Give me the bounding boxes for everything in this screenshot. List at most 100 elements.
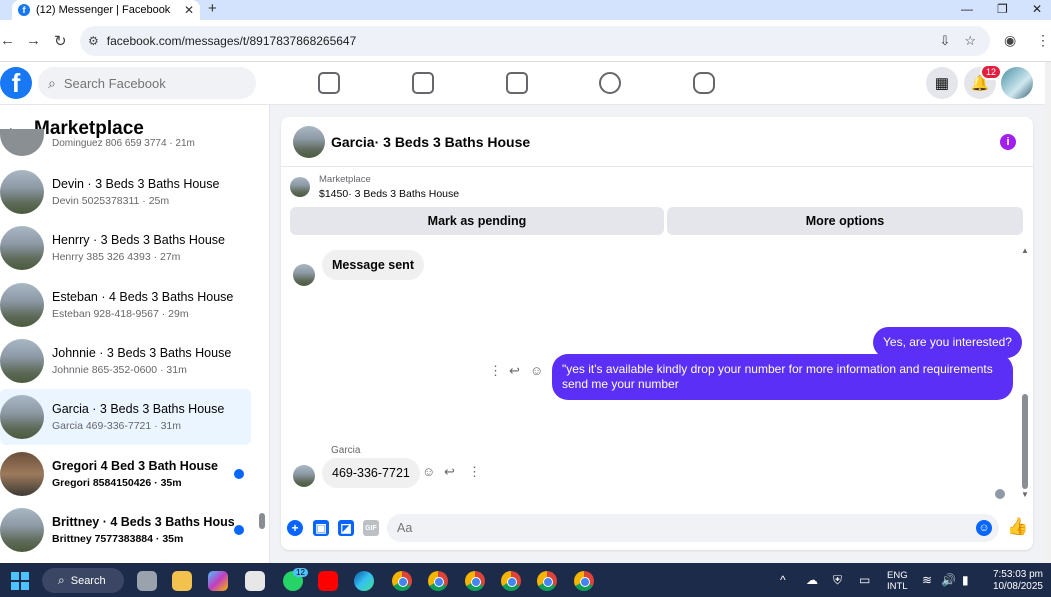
file-explorer-icon[interactable] bbox=[172, 571, 192, 591]
chrome-icon[interactable] bbox=[574, 571, 594, 591]
show-hidden-icons-icon[interactable]: ^ bbox=[780, 573, 786, 587]
copilot-icon[interactable] bbox=[208, 571, 228, 591]
unread-dot-icon bbox=[234, 469, 244, 479]
video-icon[interactable] bbox=[412, 72, 434, 94]
address-bar[interactable]: ⚙ facebook.com/messages/t/89178378682656… bbox=[80, 26, 990, 56]
react-emoji-icon[interactable]: ☺ bbox=[530, 363, 543, 378]
chat-title[interactable]: Garcia· 3 Beds 3 Baths House bbox=[331, 134, 1000, 150]
conversation-item[interactable]: Henrry · 3 Beds 3 Baths House Henrry 385 … bbox=[0, 220, 251, 276]
message-bubble-incoming[interactable]: Message sent bbox=[322, 250, 424, 280]
message-bubble-incoming[interactable]: 469-336-7721 bbox=[322, 458, 420, 488]
more-actions-icon[interactable]: ⋮ bbox=[468, 464, 481, 480]
chrome-icon[interactable] bbox=[392, 571, 412, 591]
store-icon[interactable] bbox=[245, 571, 265, 591]
search-input[interactable] bbox=[63, 75, 224, 91]
listing-thumbnail bbox=[290, 177, 310, 197]
back-arrow-icon[interactable]: ← bbox=[0, 32, 15, 49]
conversation-item[interactable]: Devin · 3 Beds 3 Baths House Devin 502537… bbox=[0, 164, 251, 220]
sidebar-title: Marketplace bbox=[34, 117, 144, 139]
conversation-title: Johnnie · 3 Beds 3 Baths House bbox=[52, 346, 232, 360]
bookmark-star-icon[interactable]: ☆ bbox=[964, 33, 976, 49]
gif-icon[interactable]: GIF bbox=[363, 520, 379, 536]
language-indicator[interactable]: ENG INTL bbox=[887, 570, 908, 592]
info-icon[interactable]: i bbox=[1000, 133, 1016, 150]
onedrive-icon[interactable]: ☁ bbox=[806, 573, 818, 587]
emoji-icon[interactable]: ☺ bbox=[976, 520, 992, 536]
chrome-icon[interactable] bbox=[537, 571, 557, 591]
message-input[interactable] bbox=[387, 514, 999, 542]
chrome-icon[interactable] bbox=[501, 571, 521, 591]
security-icon[interactable]: ⛨ bbox=[833, 573, 842, 588]
groups-icon[interactable] bbox=[599, 72, 621, 94]
new-tab-icon[interactable]: + bbox=[208, 0, 217, 20]
url-text[interactable]: facebook.com/messages/t/8917837868265647 bbox=[107, 34, 940, 48]
conversation-title: Esteban · 4 Beds 3 Baths House bbox=[52, 290, 234, 304]
conversation-preview-cut[interactable]: Dominguez 806 659 3774 · 21m bbox=[52, 138, 195, 148]
taskbar-search[interactable]: ⌕ Search bbox=[42, 568, 124, 593]
profile-icon[interactable]: ◉ bbox=[1004, 32, 1016, 49]
tab-close-icon[interactable]: ✕ bbox=[184, 3, 194, 17]
marketplace-icon[interactable] bbox=[506, 72, 528, 94]
notifications-bell-icon[interactable]: 🔔 12 bbox=[964, 64, 1002, 99]
mark-as-pending-button[interactable]: Mark as pending bbox=[290, 207, 664, 235]
facebook-logo-icon[interactable]: f bbox=[0, 67, 32, 99]
forward-arrow-icon[interactable]: → bbox=[26, 32, 41, 49]
task-view-icon[interactable] bbox=[137, 571, 157, 591]
sticker-icon[interactable]: ◪ bbox=[338, 520, 354, 536]
maximize-icon[interactable]: ❐ bbox=[997, 0, 1008, 20]
more-options-button[interactable]: More options bbox=[667, 207, 1023, 235]
display-icon[interactable]: ▭ bbox=[859, 573, 870, 587]
reply-icon[interactable]: ↩ bbox=[509, 363, 520, 379]
facebook-search[interactable]: ⌕ bbox=[38, 67, 256, 99]
browser-tab-strip: f (12) Messenger | Facebook ✕ + — ❐ ✕ bbox=[0, 0, 1051, 20]
add-attachment-icon[interactable]: + bbox=[287, 520, 303, 536]
reload-icon[interactable]: ↻ bbox=[54, 32, 67, 50]
conversation-title: Brittney · 4 Beds 3 Baths House bbox=[52, 515, 234, 529]
chat-scrollbar[interactable] bbox=[1022, 394, 1028, 489]
chat-panel: Garcia· 3 Beds 3 Baths House i Marketpla… bbox=[281, 117, 1033, 550]
chrome-icon[interactable] bbox=[465, 571, 485, 591]
window-close-icon[interactable]: ✕ bbox=[1032, 0, 1042, 20]
conversation-item[interactable]: Esteban · 4 Beds 3 Baths House Esteban 92… bbox=[0, 277, 251, 333]
marketplace-sidebar: ← Marketplace Dominguez 806 659 3774 · 2… bbox=[0, 105, 270, 563]
system-clock[interactable]: 7:53:03 pm 10/08/2025 bbox=[985, 569, 1043, 593]
home-icon[interactable] bbox=[318, 72, 340, 94]
chat-thumbnail[interactable] bbox=[293, 125, 325, 158]
react-emoji-icon[interactable]: ☺ bbox=[422, 464, 435, 479]
page-scrollbar[interactable] bbox=[1045, 62, 1051, 563]
minimize-icon[interactable]: — bbox=[961, 0, 973, 20]
conversation-item[interactable]: Johnnie · 3 Beds 3 Baths House Johnnie 86… bbox=[0, 333, 251, 389]
account-avatar[interactable] bbox=[1001, 67, 1033, 99]
conversation-item[interactable]: Gregori 4 Bed 3 Bath House Gregori 858415… bbox=[0, 446, 251, 502]
conversation-thumbnail bbox=[0, 508, 44, 552]
unread-dot-icon bbox=[234, 525, 244, 535]
thumbs-up-icon[interactable]: 👍 bbox=[1007, 517, 1028, 537]
listing-summary[interactable]: Marketplace $1450· 3 Beds 3 Baths House bbox=[290, 174, 459, 200]
conversation-thumbnail[interactable] bbox=[0, 129, 44, 156]
windows-start-icon[interactable] bbox=[11, 572, 29, 590]
scroll-up-arrow-icon[interactable]: ▲ bbox=[1021, 246, 1029, 255]
gaming-icon[interactable] bbox=[693, 72, 715, 94]
chrome-icon[interactable] bbox=[428, 571, 448, 591]
browser-tab[interactable]: f (12) Messenger | Facebook ✕ bbox=[12, 0, 200, 20]
conversation-item-active[interactable]: Garcia · 3 Beds 3 Baths House Garcia 469-… bbox=[0, 389, 251, 445]
reply-icon[interactable]: ↩ bbox=[444, 464, 455, 480]
language-line-1: ENG bbox=[887, 570, 908, 581]
browser-toolbar: ← → ↻ ⚙ facebook.com/messages/t/89178378… bbox=[0, 20, 1051, 62]
wifi-icon[interactable]: ≋ bbox=[922, 573, 932, 587]
browser-menu-icon[interactable]: ⋮ bbox=[1036, 32, 1050, 49]
menu-grid-icon[interactable]: ▦ bbox=[926, 67, 958, 99]
youtube-icon[interactable] bbox=[318, 571, 338, 591]
conversation-thumbnail bbox=[0, 170, 44, 214]
sidebar-scrollbar[interactable] bbox=[259, 513, 265, 529]
more-actions-icon[interactable]: ⋮ bbox=[489, 363, 502, 379]
battery-icon[interactable]: ▮ bbox=[962, 573, 969, 587]
scroll-down-arrow-icon[interactable]: ▼ bbox=[1021, 490, 1029, 499]
install-app-icon[interactable]: ⇩ bbox=[939, 33, 950, 49]
edge-icon[interactable] bbox=[354, 571, 374, 591]
message-bubble-outgoing[interactable]: "yes it's available kindly drop your num… bbox=[552, 354, 1013, 400]
volume-icon[interactable]: 🔊 bbox=[941, 573, 956, 587]
photo-icon[interactable]: ▣ bbox=[313, 520, 329, 536]
site-settings-icon[interactable]: ⚙ bbox=[88, 34, 99, 48]
conversation-item[interactable]: Brittney · 4 Beds 3 Baths House Brittney … bbox=[0, 502, 251, 558]
